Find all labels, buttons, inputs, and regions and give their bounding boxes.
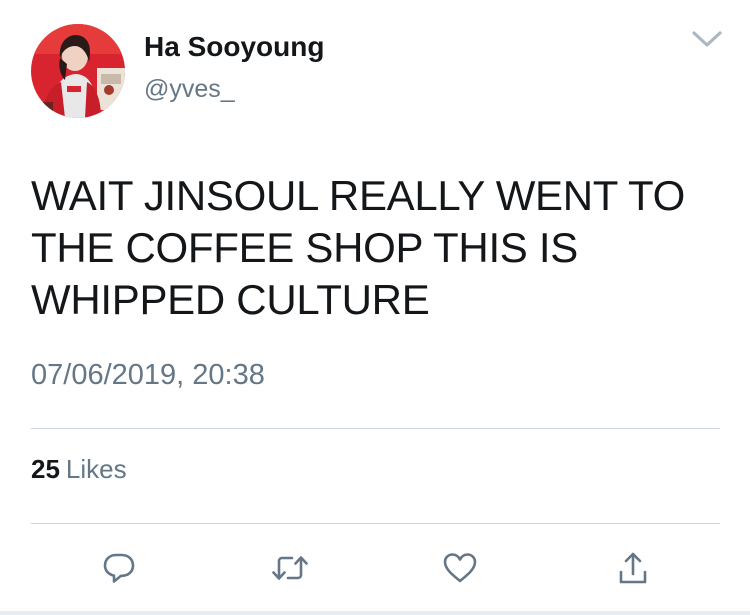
tweet-card: Ha Sooyoung @yves_ WAIT JINSOUL REALLY W…	[0, 0, 750, 615]
like-button[interactable]	[440, 548, 480, 588]
avatar-image	[31, 24, 125, 118]
reply-button[interactable]	[99, 548, 139, 588]
tweet-timestamp[interactable]: 07/06/2019, 20:38	[31, 357, 265, 393]
retweet-icon	[272, 556, 308, 580]
likes-count: 25	[31, 454, 60, 484]
divider	[31, 428, 720, 429]
display-name[interactable]: Ha Sooyoung	[144, 30, 324, 64]
likes-label: Likes	[65, 454, 127, 484]
heart-icon	[443, 553, 477, 583]
user-handle[interactable]: @yves_	[144, 74, 235, 104]
avatar[interactable]	[31, 24, 125, 118]
reply-icon	[103, 553, 135, 583]
share-button[interactable]	[613, 548, 653, 588]
chevron-down-icon[interactable]	[690, 28, 724, 52]
divider	[31, 523, 720, 524]
retweet-button[interactable]	[270, 548, 310, 588]
bottom-border	[0, 611, 750, 615]
share-icon	[619, 552, 647, 584]
tweet-text: WAIT JINSOUL REALLY WENT TO THE COFFEE S…	[31, 172, 685, 323]
likes-stat[interactable]: 25 Likes	[31, 453, 127, 485]
